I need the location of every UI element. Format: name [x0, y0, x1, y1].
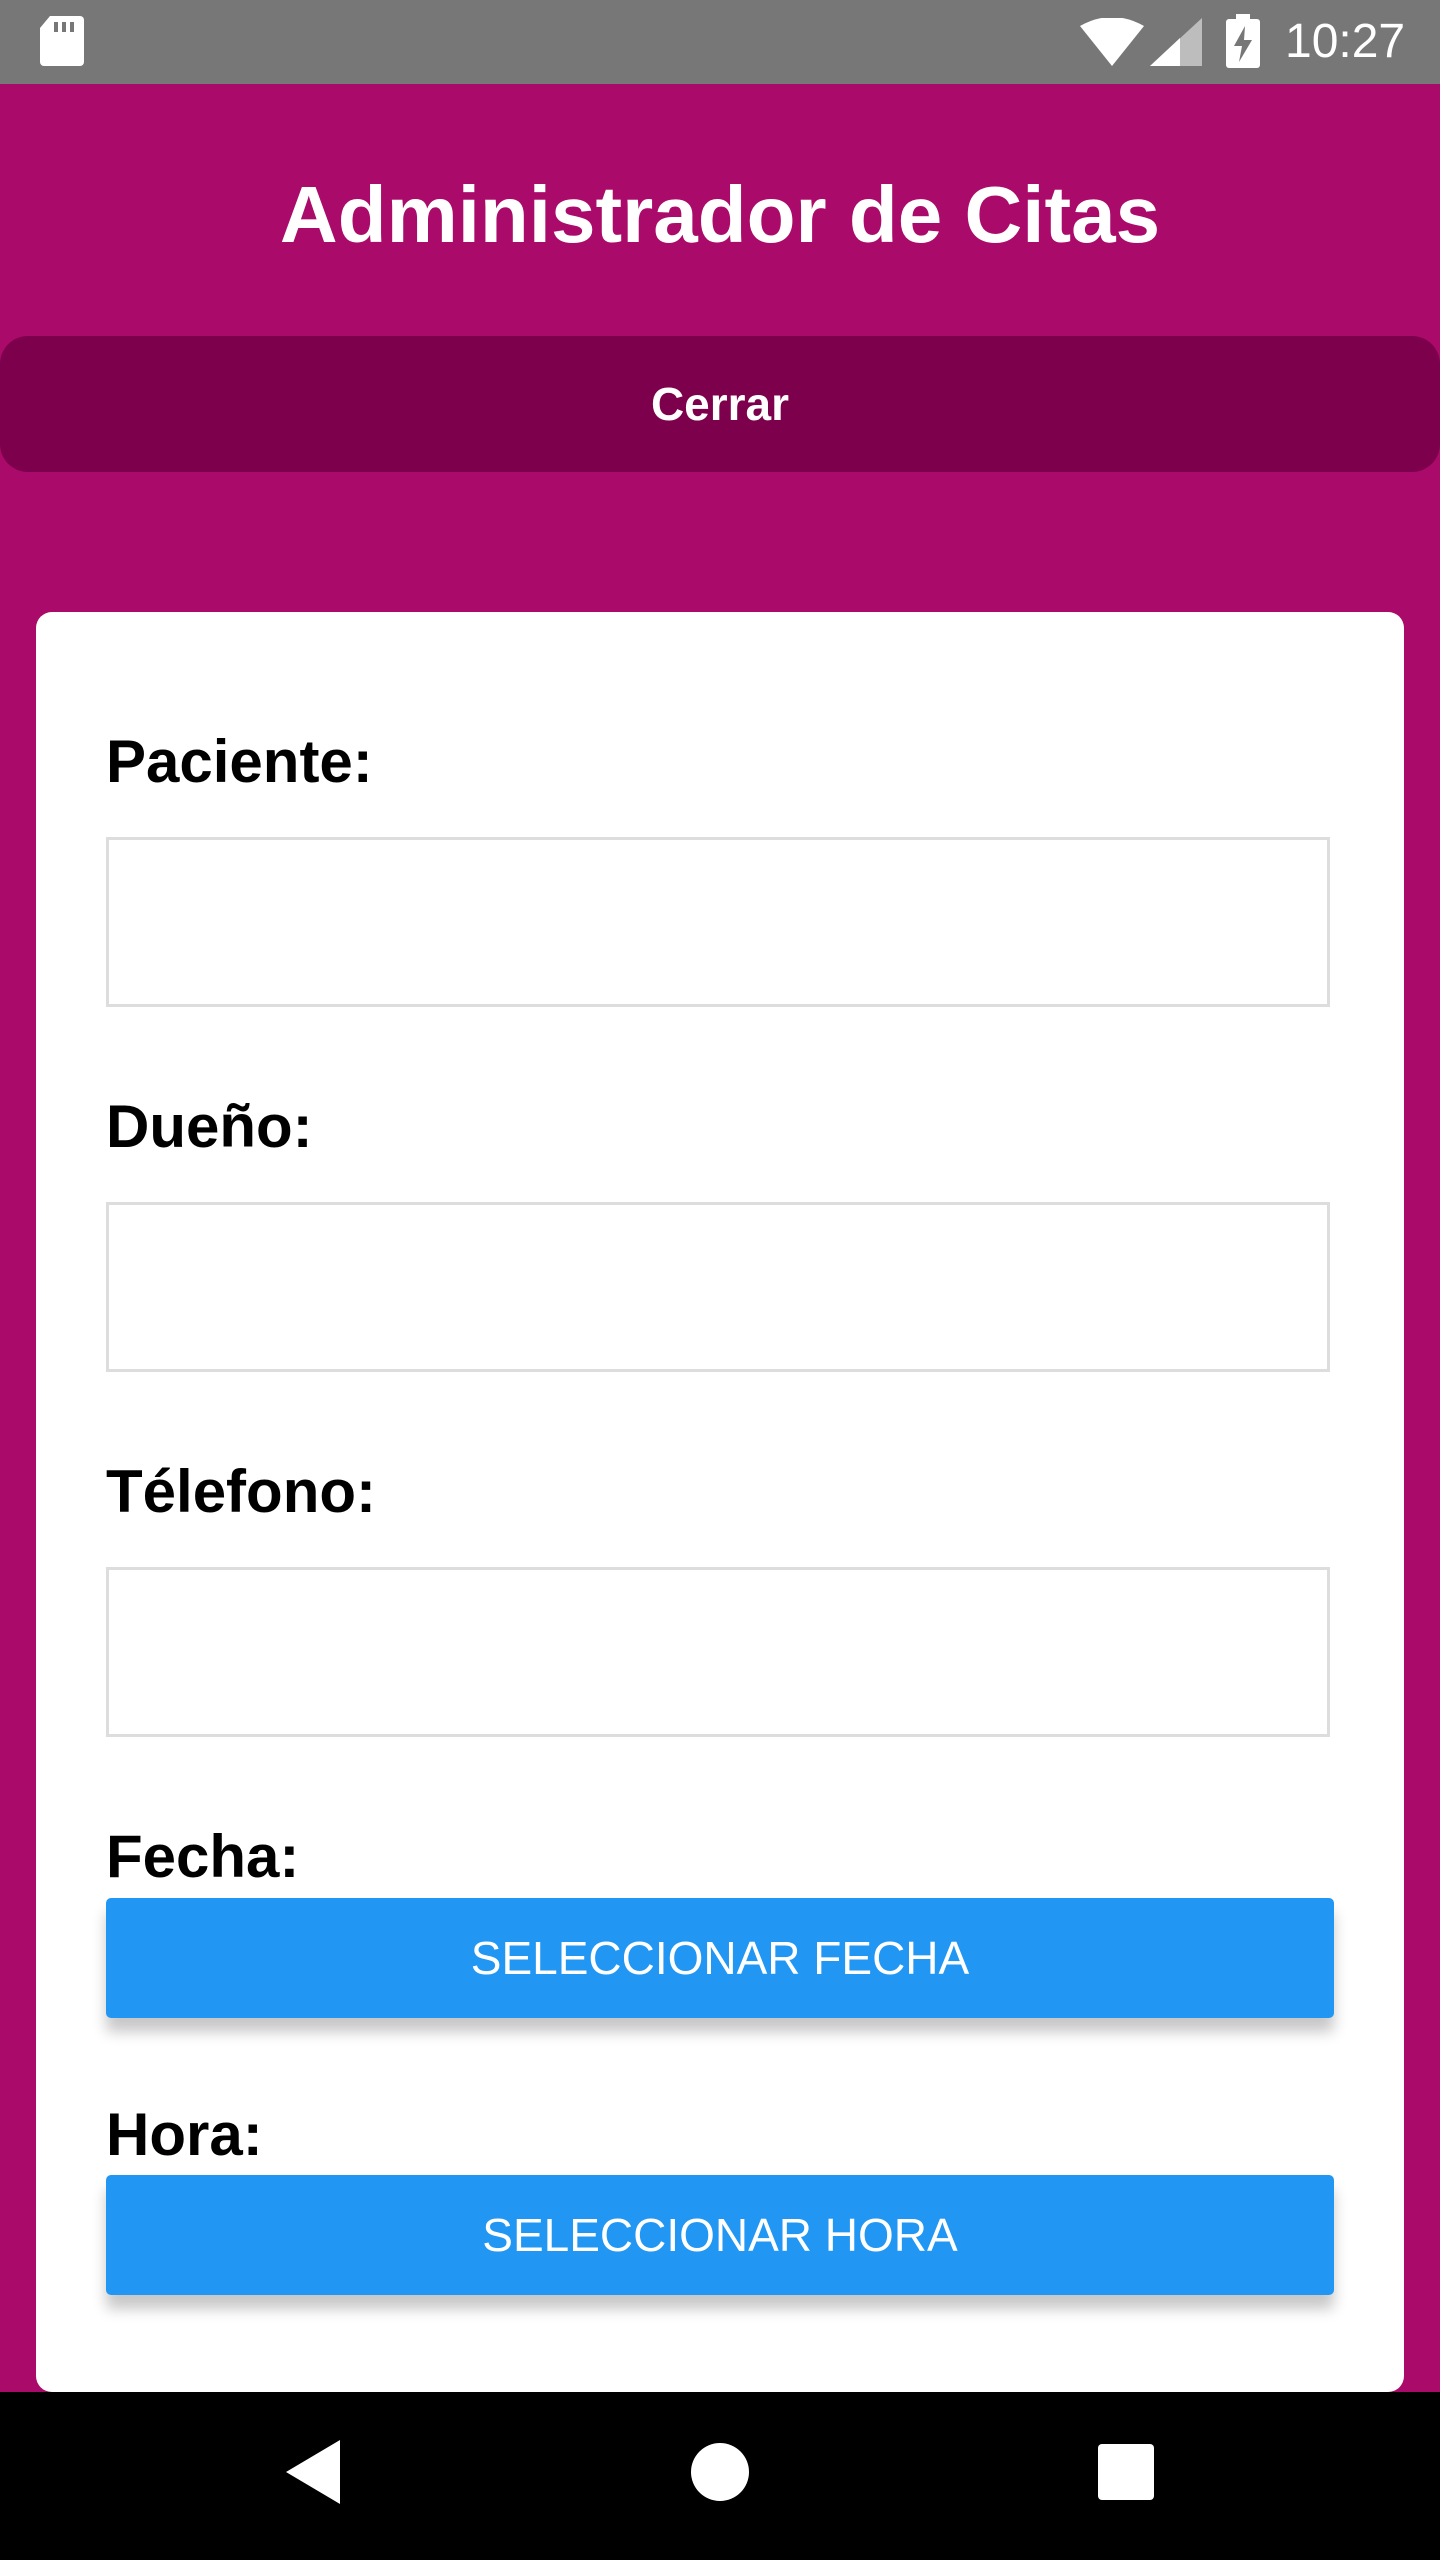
sd-card-icon [40, 16, 84, 71]
wifi-icon [1080, 17, 1144, 71]
recents-icon[interactable] [1098, 2444, 1154, 2505]
phone-label: Télefono: [106, 1458, 376, 1525]
patient-label: Paciente: [106, 728, 373, 795]
phone-input[interactable] [106, 1567, 1330, 1737]
appointment-form-card: Paciente: Dueño: Télefono: Fecha: SELECC… [36, 612, 1404, 2392]
owner-input[interactable] [106, 1202, 1330, 1372]
time-label: Hora: [106, 2101, 263, 2168]
patient-input[interactable] [106, 837, 1330, 1007]
app-title: Administrador de Citas [279, 170, 1161, 259]
home-icon[interactable] [690, 2442, 750, 2507]
select-date-button[interactable]: SELECCIONAR FECHA [106, 1898, 1334, 2018]
select-time-button[interactable]: SELECCIONAR HORA [106, 2175, 1334, 2295]
owner-label: Dueño: [106, 1093, 313, 1160]
date-label: Fecha: [106, 1823, 300, 1890]
status-bar: 10:27 [0, 0, 1440, 84]
battery-charging-icon [1226, 14, 1260, 73]
signal-icon [1150, 18, 1202, 71]
navigation-bar [0, 2392, 1440, 2560]
back-icon[interactable] [286, 2440, 340, 2509]
close-button[interactable]: Cerrar [0, 336, 1440, 472]
status-time: 10:27 [1285, 15, 1406, 68]
